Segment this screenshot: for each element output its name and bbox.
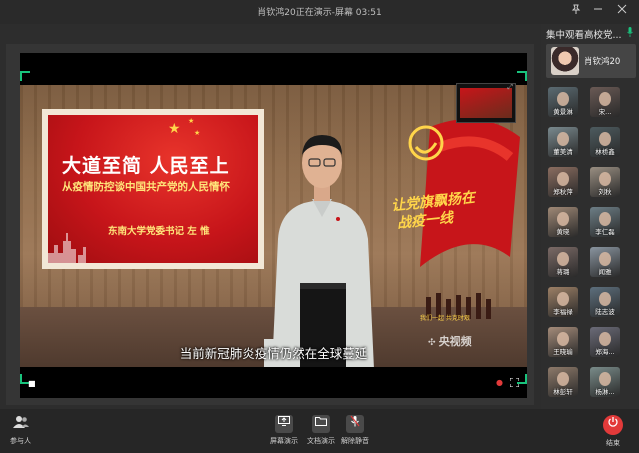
attendee-name: 陆志波 (595, 308, 615, 316)
attendee-name: 杨淋... (595, 388, 615, 396)
window-title: 肖钦鸿20正在演示-屏幕 03:51 (257, 8, 382, 18)
host-name: 肖钦鸿20 (584, 57, 621, 67)
frame-corner-top-right (517, 71, 527, 81)
shared-screen-video[interactable]: ★ ★ ★ 大道至简 人民至上 从疫情防控谈中国共产党的人民情怀 东南大学党委书… (20, 53, 527, 398)
avatar (551, 47, 579, 75)
attendee-tile[interactable]: 黄晓 (548, 207, 578, 237)
attendee-tile[interactable]: 黄景淋 (548, 87, 578, 117)
mic-muted-icon (346, 415, 364, 433)
title-board: ★ ★ ★ 大道至简 人民至上 从疫情防控谈中国共产党的人民情怀 东南大学党委书… (42, 109, 264, 269)
mic-active-icon (627, 27, 633, 37)
slogan-small: 我们一起 共克时艰 (420, 315, 470, 322)
attendee-name: 林桥鑫 (595, 148, 615, 156)
avatar (557, 252, 569, 266)
avatar (599, 292, 611, 306)
participants-button[interactable]: 参与人 (10, 415, 31, 446)
attendee-tile[interactable]: 闻雅 (590, 247, 620, 277)
stop-icon[interactable]: ■ (28, 379, 36, 388)
attendee-tile[interactable]: 林桥鑫 (590, 127, 620, 157)
attendee-tile[interactable]: 林彭轩 (548, 367, 578, 397)
attendee-name: 王晓瑜 (553, 348, 573, 356)
star-icon: ★ (168, 121, 181, 137)
attendee-tile[interactable]: 宋... (590, 87, 620, 117)
attendee-name: 闻雅 (598, 268, 612, 276)
record-icon[interactable]: ● (496, 378, 503, 387)
meeting-window: 肖钦鸿20正在演示-屏幕 03:51 ★ ★ ★ 大道至简 人民至上 从疫情防控… (0, 0, 639, 453)
attendee-tile[interactable]: 郑秋萍 (548, 167, 578, 197)
presentation-stage: ★ ★ ★ 大道至简 人民至上 从疫情防控谈中国共产党的人民情怀 东南大学党委书… (6, 44, 534, 405)
participants-panel: 集中观看高校党... 肖钦鸿20 黄景淋 宋... 董美清 林桥鑫郑秋萍 刘秋黄晓 李仁磊… (541, 24, 639, 409)
host-tile[interactable]: 肖钦鸿20 (546, 44, 636, 78)
avatar (557, 292, 569, 306)
avatar (599, 252, 611, 266)
avatar (557, 372, 569, 386)
attendee-name: 董美清 (553, 148, 573, 156)
attendee-name: 李福禄 (553, 308, 573, 316)
title-bar: 肖钦鸿20正在演示-屏幕 03:51 (0, 0, 639, 24)
attendee-tile[interactable]: 郑海... (590, 327, 620, 357)
attendee-tile[interactable]: 刘秋 (590, 167, 620, 197)
avatar (599, 172, 611, 186)
speaker-figure (264, 135, 374, 367)
attendee-name: 宋... (598, 108, 612, 116)
users-icon (12, 415, 30, 433)
attendee-name: 蒋璐 (556, 268, 570, 276)
close-icon[interactable] (612, 2, 632, 20)
end-meeting-button[interactable]: 结束 (603, 415, 623, 448)
avatar (557, 212, 569, 226)
expand-icon[interactable]: ⤢ (507, 83, 513, 92)
board-subtitle: 从疫情防控谈中国共产党的人民情怀 (62, 181, 230, 193)
attendee-tile[interactable]: 杨淋... (590, 367, 620, 397)
meeting-title: 集中观看高校党... (546, 30, 622, 41)
folder-icon (312, 415, 330, 433)
attendee-tile[interactable]: 王晓瑜 (548, 327, 578, 357)
attendee-name: 郑秋萍 (553, 188, 573, 196)
attendee-tile[interactable]: 蒋璐 (548, 247, 578, 277)
attendee-name: 黄晓 (556, 228, 570, 236)
minimize-icon[interactable] (588, 2, 608, 20)
picture-in-picture-preview[interactable]: ⤢ (456, 83, 516, 123)
avatar (599, 132, 611, 146)
attendee-name: 郑海... (595, 348, 615, 356)
avatar (557, 172, 569, 186)
avatar (599, 372, 611, 386)
attendee-tile[interactable]: 李福禄 (548, 287, 578, 317)
avatar (557, 132, 569, 146)
avatar (599, 92, 611, 106)
attendee-tile[interactable]: 董美清 (548, 127, 578, 157)
bottom-toolbar: 参与人 屏幕演示 文档演示 解除静音 结束 (0, 409, 639, 453)
unmute-button[interactable]: 解除静音 (341, 415, 369, 446)
attendee-tile[interactable]: 陆志波 (590, 287, 620, 317)
avatar (599, 212, 611, 226)
board-title: 大道至简 人民至上 (62, 155, 230, 177)
star-icon: ★ (194, 129, 201, 137)
attendee-name: 黄景淋 (553, 108, 573, 116)
attendee-name: 刘秋 (598, 188, 612, 196)
attendee-name: 林彭轩 (553, 388, 573, 396)
doc-share-button[interactable]: 文档演示 (307, 415, 335, 446)
attendee-tile[interactable]: 李仁磊 (590, 207, 620, 237)
avatar (557, 332, 569, 346)
video-subtitle: 当前新冠肺炎疫情仍然在全球蔓延 (179, 346, 368, 361)
pin-icon[interactable] (566, 2, 586, 20)
board-author: 东南大学党委书记 左 惟 (108, 226, 210, 237)
frame-corner-top-left (20, 71, 30, 81)
fullscreen-icon[interactable] (509, 377, 520, 389)
avatar (557, 92, 569, 106)
lecture-scene: ★ ★ ★ 大道至简 人民至上 从疫情防控谈中国共产党的人民情怀 东南大学党委书… (20, 85, 527, 367)
screen-share-icon (275, 415, 293, 433)
screen-share-button[interactable]: 屏幕演示 (270, 415, 298, 446)
star-icon: ★ (188, 117, 195, 125)
power-icon (603, 415, 623, 435)
avatar (599, 332, 611, 346)
attendee-name: 李仁磊 (595, 228, 615, 236)
